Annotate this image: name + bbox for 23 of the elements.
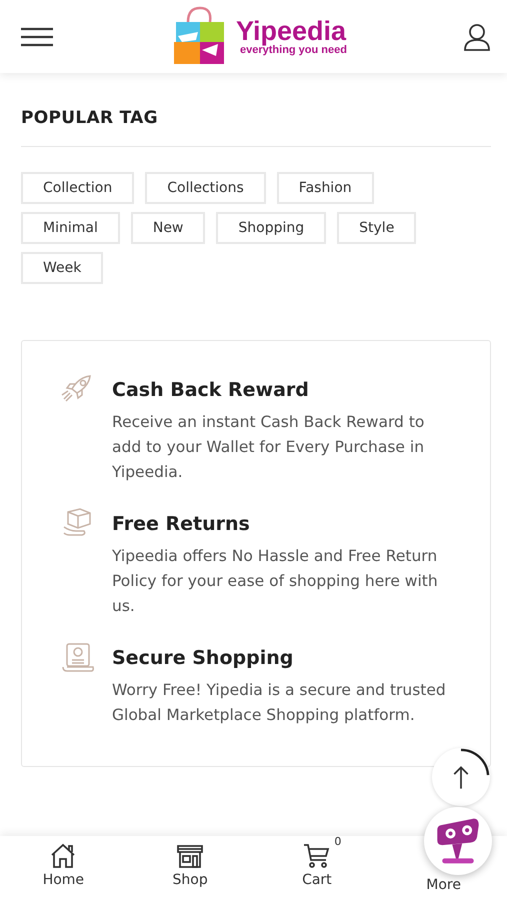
tag-button[interactable]: Minimal — [21, 212, 120, 244]
tag-button[interactable]: Collections — [145, 172, 266, 204]
cart-count: 0 — [334, 836, 342, 848]
brand-name: Yipeedia — [236, 18, 347, 44]
feature-description: Receive an instant Cash Back Reward to add to your Wallet for Every Purchase in Yipeedia. — [112, 412, 426, 484]
feature-description: Yipeedia offers No Hassle and Free Return Policy for your ease of shopping here with us. — [112, 546, 439, 617]
account-button[interactable] — [462, 22, 491, 50]
feature-description: Worry Free! Yipedia is a secure and trusted Global Marketplace Shopping platform. — [112, 680, 446, 726]
brand-tagline: everything you need — [240, 44, 347, 56]
scroll-top-button[interactable] — [432, 748, 490, 806]
feature-title: Cash Back Reward — [112, 379, 310, 402]
tag-button[interactable]: Shopping — [216, 212, 326, 244]
tag-button[interactable]: Style — [337, 212, 416, 244]
nav-more-button[interactable]: More — [394, 875, 494, 900]
tag-button[interactable]: Week — [21, 252, 104, 284]
section-heading: POPULAR TAG — [21, 108, 159, 128]
feature-title: Secure Shopping — [112, 646, 294, 670]
tag-button[interactable]: New — [130, 212, 206, 244]
tag-button[interactable]: Collection — [21, 172, 134, 204]
feature-title: Free Returns — [112, 513, 251, 536]
chatbot-button[interactable] — [424, 807, 492, 875]
tag-button[interactable]: Fashion — [276, 172, 374, 204]
certificate-icon — [60, 640, 96, 673]
